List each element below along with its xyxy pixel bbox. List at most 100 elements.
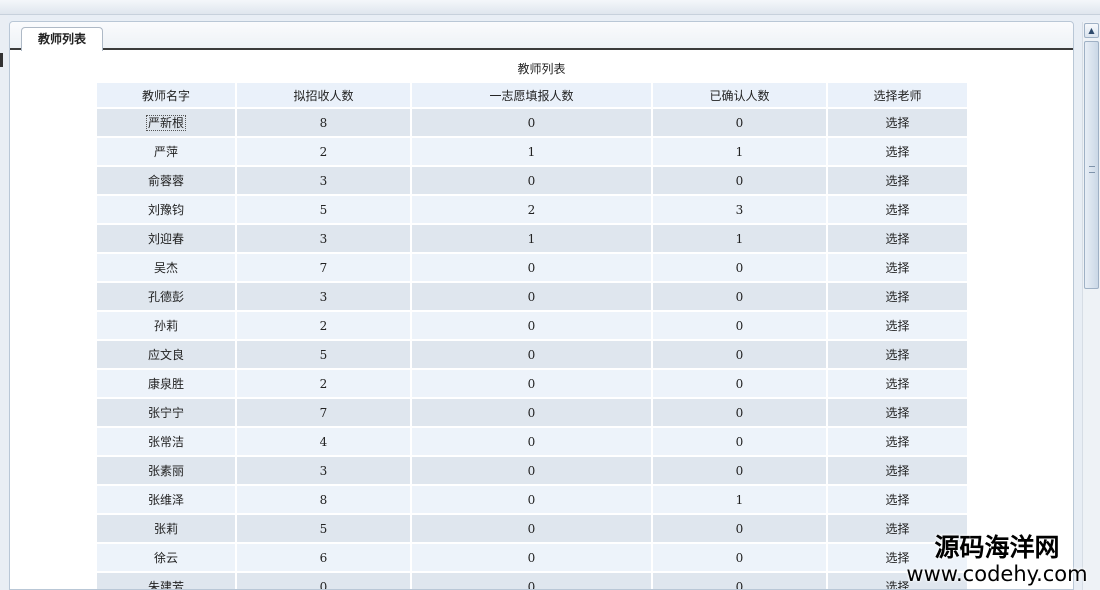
table-row: 刘豫钧 5 2 3 选择 xyxy=(97,196,967,225)
select-teacher-link[interactable]: 选择 xyxy=(885,348,909,362)
select-teacher-cell: 选择 xyxy=(828,254,967,283)
window-top-strip xyxy=(0,0,1100,15)
select-teacher-cell: 选择 xyxy=(828,283,967,312)
first-choice-count-cell: 0 xyxy=(412,428,651,457)
teacher-name-cell: 孙莉 xyxy=(97,312,235,341)
teacher-name: 刘豫钧 xyxy=(147,203,184,217)
confirmed-count-cell: 0 xyxy=(653,573,826,589)
confirmed-count-cell: 0 xyxy=(653,254,826,283)
select-teacher-cell: 选择 xyxy=(828,312,967,341)
teacher-name: 朱建芳 xyxy=(147,580,184,589)
teacher-name-cell: 张莉 xyxy=(97,515,235,544)
tab-teacher-list[interactable]: 教师列表 xyxy=(21,27,103,51)
teacher-name: 应文良 xyxy=(147,348,184,362)
planned-enrollment-cell: 4 xyxy=(237,428,410,457)
first-choice-count-cell: 2 xyxy=(412,196,651,225)
confirmed-count-cell: 3 xyxy=(653,196,826,225)
table-row: 吴杰 7 0 0 选择 xyxy=(97,254,967,283)
table-header-row: 教师名字 拟招收人数 一志愿填报人数 已确认人数 选择老师 xyxy=(97,83,967,109)
select-teacher-link[interactable]: 选择 xyxy=(885,290,909,304)
frame-splitter-handle[interactable] xyxy=(0,53,3,67)
teacher-name-cell: 刘迎春 xyxy=(97,225,235,254)
select-teacher-link[interactable]: 选择 xyxy=(885,203,909,217)
select-teacher-link[interactable]: 选择 xyxy=(885,261,909,275)
table-row: 孔德彭 3 0 0 选择 xyxy=(97,283,967,312)
teacher-name: 严新根 xyxy=(145,115,187,131)
select-teacher-link[interactable]: 选择 xyxy=(885,232,909,246)
confirmed-count-cell: 0 xyxy=(653,370,826,399)
teacher-name-cell: 张宁宁 xyxy=(97,399,235,428)
select-teacher-link[interactable]: 选择 xyxy=(885,464,909,478)
panel-content: 教师列表 教师名字 拟招收人数 一志愿填报人数 已确认人数 选择老师 严新根 8 0 0 选择严… xyxy=(10,52,1073,589)
table-row: 朱建芳 0 0 0 选择 xyxy=(97,573,967,589)
planned-enrollment-cell: 7 xyxy=(237,254,410,283)
first-choice-count-cell: 0 xyxy=(412,486,651,515)
confirmed-count-cell: 0 xyxy=(653,428,826,457)
teacher-name-cell: 张维泽 xyxy=(97,486,235,515)
table-row: 张素丽 3 0 0 选择 xyxy=(97,457,967,486)
table-row: 严新根 8 0 0 选择 xyxy=(97,109,967,138)
confirmed-count-cell: 0 xyxy=(653,544,826,573)
teacher-table: 教师名字 拟招收人数 一志愿填报人数 已确认人数 选择老师 严新根 8 0 0 选择 严萍 2 1 1 选… xyxy=(95,83,969,589)
teacher-name: 徐云 xyxy=(153,551,178,565)
teacher-name: 吴杰 xyxy=(153,261,178,275)
teacher-name-cell: 吴杰 xyxy=(97,254,235,283)
planned-enrollment-cell: 3 xyxy=(237,283,410,312)
planned-enrollment-cell: 8 xyxy=(237,486,410,515)
teacher-name: 严萍 xyxy=(153,145,178,159)
watermark-url: www.codehy.com xyxy=(906,562,1088,586)
select-teacher-cell: 选择 xyxy=(828,428,967,457)
first-choice-count-cell: 0 xyxy=(412,544,651,573)
table-body: 严新根 8 0 0 选择 严萍 2 1 1 选择 俞蓉蓉 3 0 0 选择 刘豫钧 5 2 3 选择 刘迎春 3 1 1 选择吴… xyxy=(97,109,967,589)
planned-enrollment-cell: 3 xyxy=(237,457,410,486)
planned-enrollment-cell: 5 xyxy=(237,341,410,370)
select-teacher-link[interactable]: 选择 xyxy=(885,377,909,391)
table-row: 刘迎春 3 1 1 选择 xyxy=(97,225,967,254)
teacher-name-cell: 张常洁 xyxy=(97,428,235,457)
table-row: 应文良 5 0 0 选择 xyxy=(97,341,967,370)
planned-enrollment-cell: 2 xyxy=(237,370,410,399)
vertical-scrollbar[interactable]: ▲ xyxy=(1082,22,1100,590)
planned-enrollment-cell: 2 xyxy=(237,312,410,341)
first-choice-count-cell: 0 xyxy=(412,341,651,370)
teacher-name-cell: 朱建芳 xyxy=(97,573,235,589)
column-header: 教师名字 xyxy=(97,83,235,109)
teacher-name: 刘迎春 xyxy=(147,232,184,246)
table-row: 张常洁 4 0 0 选择 xyxy=(97,428,967,457)
confirmed-count-cell: 0 xyxy=(653,283,826,312)
scrollbar-thumb[interactable] xyxy=(1084,41,1099,289)
planned-enrollment-cell: 3 xyxy=(237,167,410,196)
confirmed-count-cell: 0 xyxy=(653,341,826,370)
planned-enrollment-cell: 5 xyxy=(237,196,410,225)
select-teacher-link[interactable]: 选择 xyxy=(885,174,909,188)
teacher-name-cell: 俞蓉蓉 xyxy=(97,167,235,196)
table-row: 张宁宁 7 0 0 选择 xyxy=(97,399,967,428)
select-teacher-link[interactable]: 选择 xyxy=(885,116,909,130)
confirmed-count-cell: 1 xyxy=(653,486,826,515)
teacher-name: 张常洁 xyxy=(147,435,184,449)
tab-bar: 教师列表 xyxy=(10,22,1073,51)
select-teacher-cell: 选择 xyxy=(828,486,967,515)
select-teacher-link[interactable]: 选择 xyxy=(885,493,909,507)
select-teacher-link[interactable]: 选择 xyxy=(885,145,909,159)
select-teacher-cell: 选择 xyxy=(828,399,967,428)
table-row: 张莉 5 0 0 选择 xyxy=(97,515,967,544)
first-choice-count-cell: 0 xyxy=(412,399,651,428)
select-teacher-link[interactable]: 选择 xyxy=(885,435,909,449)
teacher-name: 张素丽 xyxy=(147,464,184,478)
table-row: 俞蓉蓉 3 0 0 选择 xyxy=(97,167,967,196)
teacher-name-cell: 张素丽 xyxy=(97,457,235,486)
select-teacher-link[interactable]: 选择 xyxy=(885,406,909,420)
teacher-name-cell: 严萍 xyxy=(97,138,235,167)
column-header: 一志愿填报人数 xyxy=(412,83,651,109)
arrow-up-icon[interactable]: ▲ xyxy=(1084,23,1099,38)
teacher-name-cell: 刘豫钧 xyxy=(97,196,235,225)
table-row: 康泉胜 2 0 0 选择 xyxy=(97,370,967,399)
watermark-name: 源码海洋网 xyxy=(934,533,1060,562)
teacher-name-cell: 孔德彭 xyxy=(97,283,235,312)
watermark: 源码海洋网 www.codehy.com xyxy=(894,534,1100,590)
select-teacher-link[interactable]: 选择 xyxy=(885,319,909,333)
teacher-name-cell: 严新根 xyxy=(97,109,235,138)
planned-enrollment-cell: 5 xyxy=(237,515,410,544)
table-row: 孙莉 2 0 0 选择 xyxy=(97,312,967,341)
